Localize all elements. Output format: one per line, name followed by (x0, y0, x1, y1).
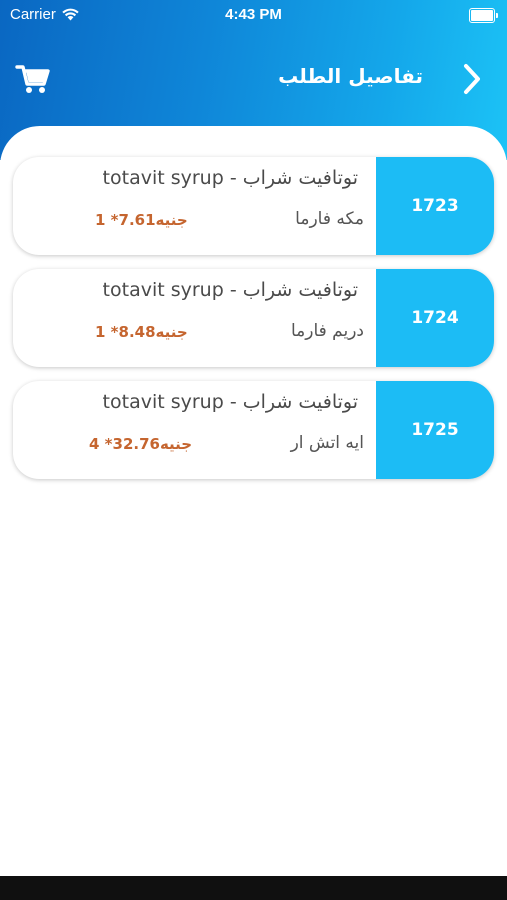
order-item-price: 1 *8.48جنيه (95, 323, 188, 341)
order-item-price: 4 *32.76جنيه (89, 435, 193, 453)
order-item-company: دريم فارما (290, 321, 364, 341)
order-item-number: 1723 (376, 157, 494, 255)
navigation-bar: تفاصيل الطلب (0, 52, 507, 106)
order-item-number: 1724 (376, 269, 494, 367)
order-item-company: مكه فارما (295, 209, 364, 229)
order-item-card[interactable]: 1725 توتافيت شراب - totavit syrup ايه ات… (13, 381, 494, 479)
order-item-number: 1725 (376, 381, 494, 479)
order-item-product: توتافيت شراب - totavit syrup (102, 391, 358, 413)
order-item-card[interactable]: 1723 توتافيت شراب - totavit syrup مكه فا… (13, 157, 494, 255)
order-item-price: 1 *7.61جنيه (95, 211, 188, 229)
cart-icon (15, 65, 50, 93)
status-time: 4:43 PM (225, 6, 282, 23)
order-item-product: توتافيت شراب - totavit syrup (102, 167, 358, 189)
order-item-card[interactable]: 1724 توتافيت شراب - totavit syrup دريم ف… (13, 269, 494, 367)
back-button[interactable] (459, 62, 485, 96)
bottom-bar (0, 876, 507, 900)
order-item-company: ايه اتش ار (290, 433, 364, 453)
battery-fill (471, 10, 493, 21)
cart-button[interactable] (14, 60, 52, 98)
order-item-product: توتافيت شراب - totavit syrup (102, 279, 358, 301)
battery-icon (469, 8, 498, 23)
page-title: تفاصيل الطلب (278, 64, 423, 88)
chevron-right-icon (464, 64, 480, 94)
order-details-panel: 1723 توتافيت شراب - totavit syrup مكه فا… (0, 126, 507, 876)
status-bar: Carrier 4:43 PM (0, 0, 507, 30)
